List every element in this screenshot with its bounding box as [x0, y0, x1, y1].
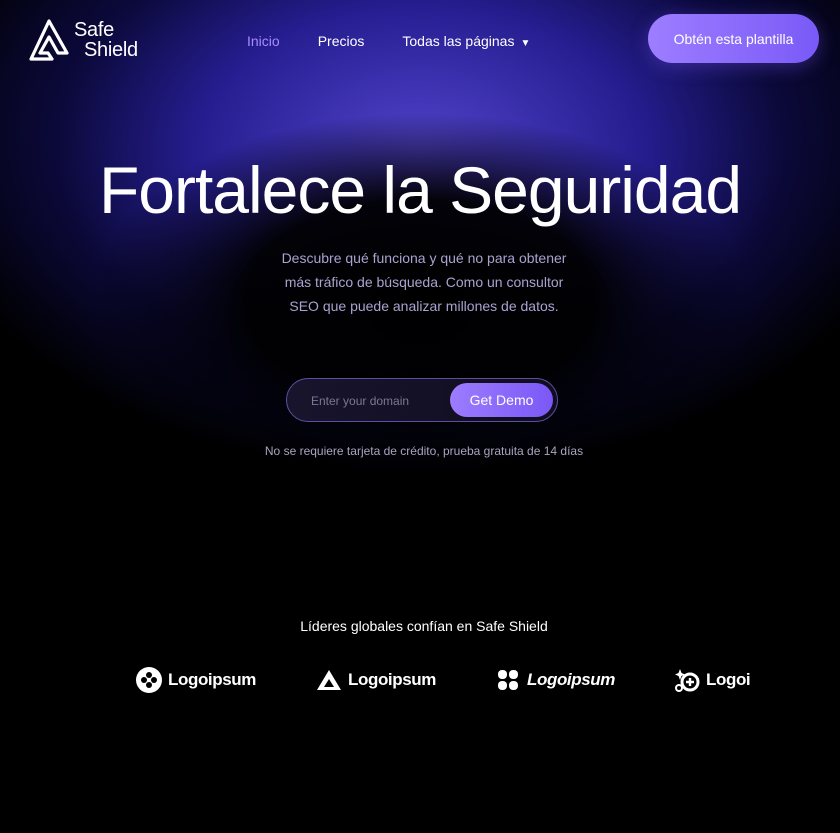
partner-logo-4-label: Logoipsum — [706, 670, 751, 689]
triangle-logo-icon — [317, 670, 341, 690]
nav-item-todas-las-paginas[interactable]: Todas las páginas ▼ — [402, 33, 530, 49]
brand-wordmark: Safe Shield — [74, 20, 138, 60]
partner-logo-3-label: Logoipsum — [527, 670, 615, 689]
main-nav: Inicio Precios Todas las páginas ▼ — [247, 33, 530, 49]
nav-item-inicio[interactable]: Inicio — [247, 33, 280, 49]
partner-logo-2: Logoipsum — [316, 664, 436, 696]
partner-logo-4: Logoipsum — [674, 664, 751, 696]
partner-logo-2-label: Logoipsum — [348, 670, 436, 689]
trust-heading: Líderes globales confían en Safe Shield — [300, 618, 548, 634]
free-trial-note: No se requiere tarjeta de crédito, prueb… — [264, 444, 584, 458]
hero-title: Fortalece la Seguridad — [98, 153, 742, 227]
nav-item-todas-label: Todas las páginas — [402, 33, 515, 49]
partner-logo-1-label: Logoipsum — [168, 670, 256, 689]
get-demo-button[interactable]: Get Demo — [450, 383, 553, 417]
brand-logo[interactable]: Safe Shield — [28, 18, 138, 62]
brand-line-1: Safe — [74, 19, 114, 41]
partner-logo-1: Logoipsum — [136, 664, 256, 696]
nav-item-precios[interactable]: Precios — [318, 33, 365, 49]
get-template-button[interactable]: Obtén esta plantilla — [648, 14, 819, 63]
partner-logo-3: Logoipsum — [495, 664, 615, 696]
triangle-logo-icon — [29, 19, 69, 61]
sparkle-logo-icon — [675, 669, 700, 692]
hero-subtitle: Descubre qué funciona y qué no para obte… — [281, 250, 567, 314]
quad-logo-icon — [498, 670, 518, 690]
domain-form: Get Demo — [286, 378, 558, 422]
caret-down-icon: ▼ — [520, 38, 531, 49]
circle-logo-icon — [136, 667, 162, 693]
brand-line-2: Shield — [84, 39, 138, 61]
partner-logos: Logoipsum Logoipsum Logoipsum Logoipsum — [136, 664, 751, 698]
domain-input[interactable] — [309, 389, 453, 413]
